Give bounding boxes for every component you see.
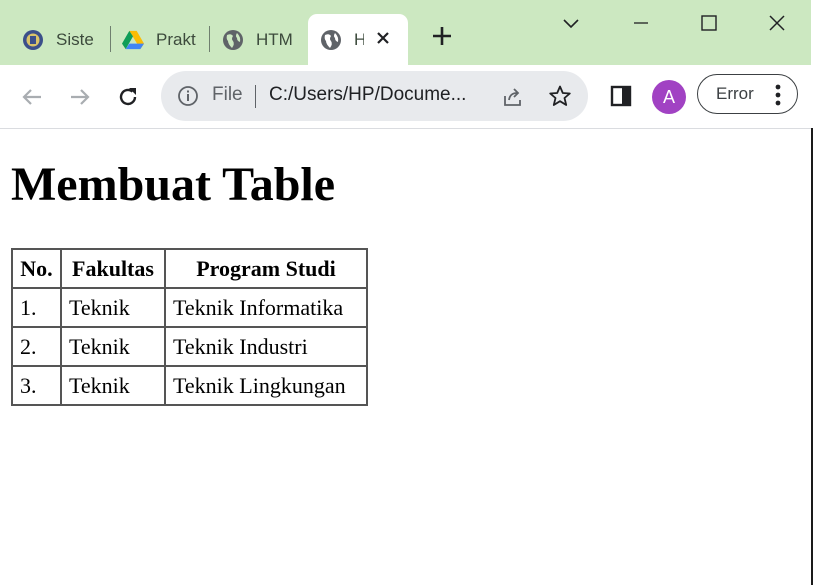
bookmark-star-icon[interactable]: [548, 84, 572, 108]
globe-icon: [320, 29, 342, 51]
minimize-icon[interactable]: [628, 10, 654, 36]
tab-strip: Siste Prakt HTM H: [0, 0, 811, 65]
tab-html[interactable]: HTM: [222, 14, 296, 65]
side-panel-icon[interactable]: [610, 85, 632, 107]
table-header-cell: Fakultas: [61, 249, 165, 288]
address-bar[interactable]: File C:/Users/HP/Docume...: [161, 71, 588, 121]
table-cell: Teknik Lingkungan: [165, 366, 367, 405]
share-icon[interactable]: [501, 85, 525, 109]
site-info-icon[interactable]: [177, 85, 199, 107]
page-content: Membuat Table No. Fakultas Program Studi…: [0, 129, 811, 585]
error-button[interactable]: Error: [697, 74, 798, 114]
table-cell: Teknik Industri: [165, 327, 367, 366]
tab-label: Siste: [56, 29, 94, 49]
tab-sistem[interactable]: Siste: [22, 14, 100, 65]
profile-avatar[interactable]: A: [652, 80, 686, 114]
table-row: 3. Teknik Teknik Lingkungan: [12, 366, 367, 405]
tab-search-chevron-down-icon[interactable]: [558, 10, 584, 36]
table-header-row: No. Fakultas Program Studi: [12, 249, 367, 288]
reload-icon[interactable]: [114, 83, 142, 111]
tab-label: Prakt: [156, 29, 196, 49]
table-cell: Teknik: [61, 327, 165, 366]
close-tab-icon[interactable]: [376, 28, 390, 51]
tab-praktikum[interactable]: Prakt: [122, 14, 198, 65]
tab-label: HTM: [256, 29, 293, 49]
university-logo-icon: [22, 29, 44, 51]
tab-divider: [110, 26, 111, 52]
table-row: 1. Teknik Teknik Informatika: [12, 288, 367, 327]
forward-arrow-icon[interactable]: [66, 83, 94, 111]
table-row: 2. Teknik Teknik Industri: [12, 327, 367, 366]
back-arrow-icon[interactable]: [18, 83, 46, 111]
url-text[interactable]: C:/Users/HP/Docume...: [269, 84, 466, 106]
new-tab-button[interactable]: [428, 24, 456, 52]
table-cell: Teknik: [61, 288, 165, 327]
browser-toolbar: File C:/Users/HP/Docume... A Error: [0, 65, 811, 129]
close-window-icon[interactable]: [764, 10, 790, 36]
scheme-label: File: [212, 84, 243, 105]
tab-active[interactable]: H: [308, 14, 408, 65]
table-cell: Teknik: [61, 366, 165, 405]
globe-icon: [222, 29, 244, 51]
tab-divider: [209, 26, 210, 52]
tab-label: H: [354, 29, 364, 49]
address-divider: [255, 85, 256, 108]
table-cell: 2.: [12, 327, 61, 366]
google-drive-icon: [122, 29, 144, 51]
table-cell: 1.: [12, 288, 61, 327]
table-header-cell: Program Studi: [165, 249, 367, 288]
page-title: Membuat Table: [11, 158, 336, 211]
table-cell: 3.: [12, 366, 61, 405]
error-button-label: Error: [716, 84, 754, 103]
table-cell: Teknik Informatika: [165, 288, 367, 327]
data-table: No. Fakultas Program Studi 1. Teknik Tek…: [11, 248, 368, 406]
maximize-icon[interactable]: [696, 10, 722, 36]
more-menu-icon[interactable]: [775, 84, 781, 106]
table-header-cell: No.: [12, 249, 61, 288]
